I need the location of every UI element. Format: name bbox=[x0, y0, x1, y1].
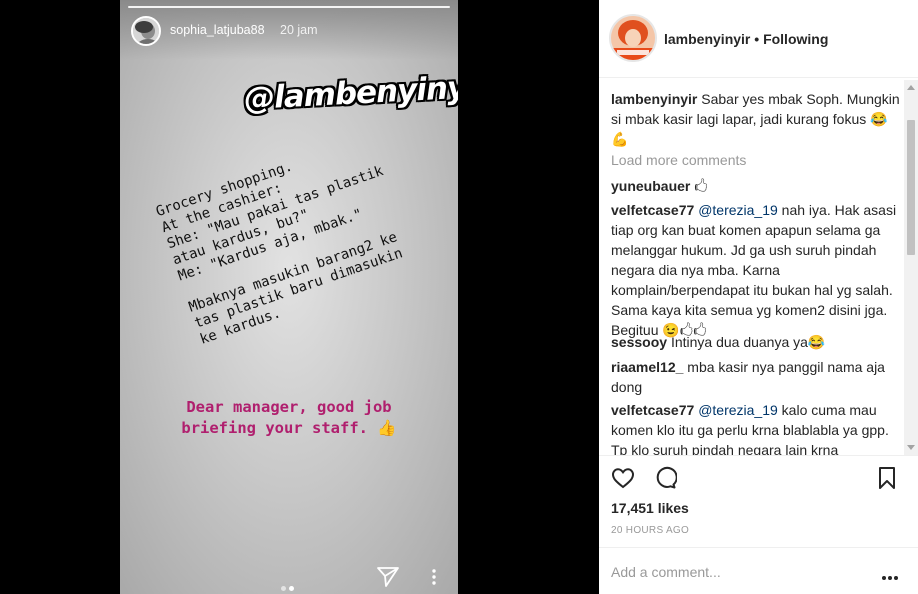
story-viewer: sophia_latjuba88 20 jam @lambenyinyir Gr… bbox=[120, 0, 458, 594]
load-more-comments-link[interactable]: Load more comments bbox=[611, 152, 746, 168]
story-progress-bar bbox=[128, 6, 450, 8]
comment-item: velfetcase77 @terezia_19 nah iya. Hak as… bbox=[611, 200, 901, 340]
separator-dot: • bbox=[754, 31, 760, 47]
highlight-line: Dear manager, good job bbox=[186, 398, 392, 416]
scroll-thumb[interactable] bbox=[907, 120, 915, 255]
comment-icon[interactable] bbox=[653, 466, 678, 490]
comments-list: lambenyinyir Sabar yes mbak Soph. Mungki… bbox=[599, 80, 918, 455]
comment-username[interactable]: sessooy bbox=[611, 334, 667, 350]
comment-item: lambenyinyir Sabar yes mbak Soph. Mungki… bbox=[611, 89, 901, 149]
post-header: lambenyinyir • Following bbox=[599, 0, 918, 78]
comment-username[interactable]: velfetcase77 bbox=[611, 402, 694, 418]
comment-username[interactable]: yuneubauer bbox=[611, 178, 690, 194]
post-actions bbox=[599, 455, 918, 500]
more-vertical-icon[interactable] bbox=[426, 568, 442, 586]
post-username[interactable]: lambenyinyir bbox=[664, 31, 750, 47]
comment-mention[interactable]: @terezia_19 bbox=[698, 402, 778, 418]
scroll-up-arrow[interactable] bbox=[907, 85, 915, 90]
post-user-avatar[interactable] bbox=[609, 14, 657, 62]
comment-text: nah iya. Hak asasi tiap org kan buat kom… bbox=[611, 202, 897, 338]
comment-username[interactable]: lambenyinyir bbox=[611, 91, 697, 107]
story-mention-tag[interactable]: @lambenyinyir bbox=[243, 68, 458, 117]
comment-mention[interactable]: @terezia_19 bbox=[698, 202, 778, 218]
post-timestamp: 20 HOURS AGO bbox=[611, 525, 690, 536]
comment-item: velfetcase77 @terezia_19 kalo cuma mau k… bbox=[611, 400, 901, 455]
story-page-dots bbox=[281, 578, 297, 594]
heart-icon[interactable] bbox=[611, 466, 635, 490]
comment-text: Intinya dua duanya ya😂 bbox=[670, 334, 826, 350]
follow-button[interactable]: Following bbox=[763, 31, 828, 47]
scroll-down-arrow[interactable] bbox=[907, 445, 915, 450]
add-comment-bar bbox=[599, 547, 918, 594]
likes-count[interactable]: 17,451 likes bbox=[611, 500, 689, 516]
bookmark-icon[interactable] bbox=[875, 466, 899, 490]
story-highlight-text: Dear manager, good job briefing your sta… bbox=[120, 397, 458, 439]
story-username[interactable]: sophia_latjuba88 bbox=[170, 23, 265, 37]
highlight-line: briefing your staff. 👍 bbox=[181, 419, 397, 437]
send-icon[interactable] bbox=[376, 566, 400, 588]
comment-text: 🖒 bbox=[694, 178, 708, 194]
story-user-avatar[interactable] bbox=[131, 16, 161, 46]
more-horizontal-icon[interactable] bbox=[881, 568, 899, 580]
story-typed-text: Grocery shopping. At the cashier: She: "… bbox=[154, 120, 449, 348]
comments-scrollbar[interactable] bbox=[904, 80, 918, 455]
page-dot-active bbox=[289, 586, 294, 591]
comment-item: sessooy Intinya dua duanya ya😂 bbox=[611, 332, 901, 352]
story-timestamp: 20 jam bbox=[280, 23, 318, 37]
post-header-user: lambenyinyir • Following bbox=[664, 31, 828, 47]
comment-item: riaamel12_ mba kasir nya panggil nama aj… bbox=[611, 357, 901, 397]
page-dot bbox=[281, 586, 286, 591]
comment-username[interactable]: riaamel12_ bbox=[611, 359, 683, 375]
comment-item: yuneubauer 🖒 bbox=[611, 176, 901, 196]
post-panel: lambenyinyir • Following lambenyinyir Sa… bbox=[599, 0, 918, 594]
add-comment-input[interactable] bbox=[611, 562, 861, 582]
comment-username[interactable]: velfetcase77 bbox=[611, 202, 694, 218]
